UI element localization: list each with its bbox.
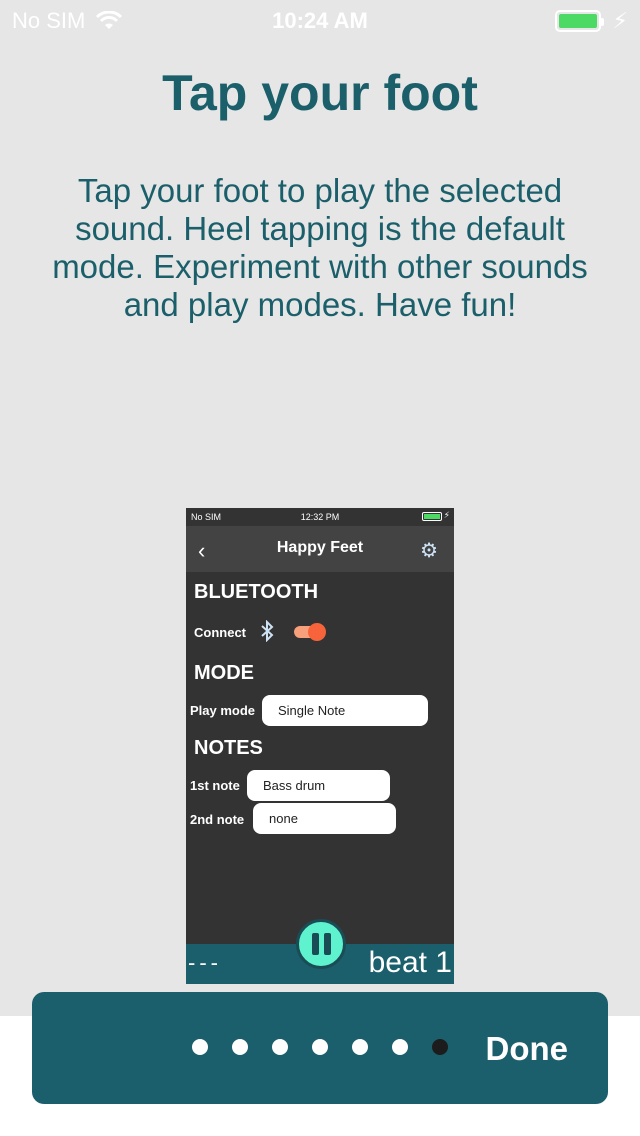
- preview-second-note-field: none: [253, 803, 396, 834]
- preview-connect-toggle: [294, 623, 326, 641]
- preview-first-note-label: 1st note: [190, 778, 240, 793]
- status-bar: No SIM 10:24 AM ⚡: [0, 0, 640, 40]
- preview-bolt-icon: ⚡: [443, 510, 450, 520]
- done-button[interactable]: Done: [486, 1030, 569, 1068]
- page-dot[interactable]: [232, 1039, 248, 1055]
- page-dot[interactable]: [392, 1039, 408, 1055]
- charging-bolt-icon: ⚡: [612, 8, 628, 33]
- preview-battery-icon: [422, 512, 442, 521]
- onboarding-title: Tap your foot: [162, 65, 478, 121]
- status-right: ⚡: [554, 8, 628, 34]
- preview-second-note-label: 2nd note: [190, 812, 245, 827]
- preview-section-mode: MODE: [194, 662, 254, 684]
- pager-bar: Done: [32, 992, 608, 1104]
- preview-beat-label: beat 1: [368, 946, 452, 979]
- app-preview-image: No SIM 12:32 PM ⚡ ‹ Happy Feet ⚙ BLUETOO…: [186, 508, 454, 984]
- page-dot[interactable]: [192, 1039, 208, 1055]
- preview-pause-icon: [296, 919, 346, 969]
- preview-nav-bar: ‹ Happy Feet ⚙: [186, 526, 454, 572]
- preview-bluetooth-icon: [260, 619, 274, 648]
- onboarding-description: Tap your foot to play the selected sound…: [52, 172, 588, 323]
- preview-play-mode-label: Play mode: [190, 703, 256, 718]
- preview-nav-title: Happy Feet: [276, 539, 364, 556]
- preview-connect-label: Connect: [194, 625, 246, 640]
- preview-time: 12:32 PM: [300, 512, 340, 522]
- status-time: 10:24 AM: [272, 8, 368, 33]
- page-dot-current[interactable]: [432, 1039, 448, 1055]
- preview-play-mode-field: Single Note: [262, 695, 428, 726]
- page-dot[interactable]: [352, 1039, 368, 1055]
- preview-section-notes: NOTES: [194, 737, 263, 759]
- preview-first-note-field: Bass drum: [247, 770, 390, 801]
- page-dot[interactable]: [272, 1039, 288, 1055]
- preview-status-bar: No SIM 12:32 PM ⚡: [186, 508, 454, 526]
- preview-section-bluetooth: BLUETOOTH: [194, 581, 319, 603]
- battery-icon: [554, 10, 604, 32]
- preview-gear-icon: ⚙: [420, 540, 438, 562]
- preview-beat-dashes: ---: [188, 950, 222, 975]
- page-indicator[interactable]: [192, 1039, 448, 1055]
- page-dot[interactable]: [312, 1039, 328, 1055]
